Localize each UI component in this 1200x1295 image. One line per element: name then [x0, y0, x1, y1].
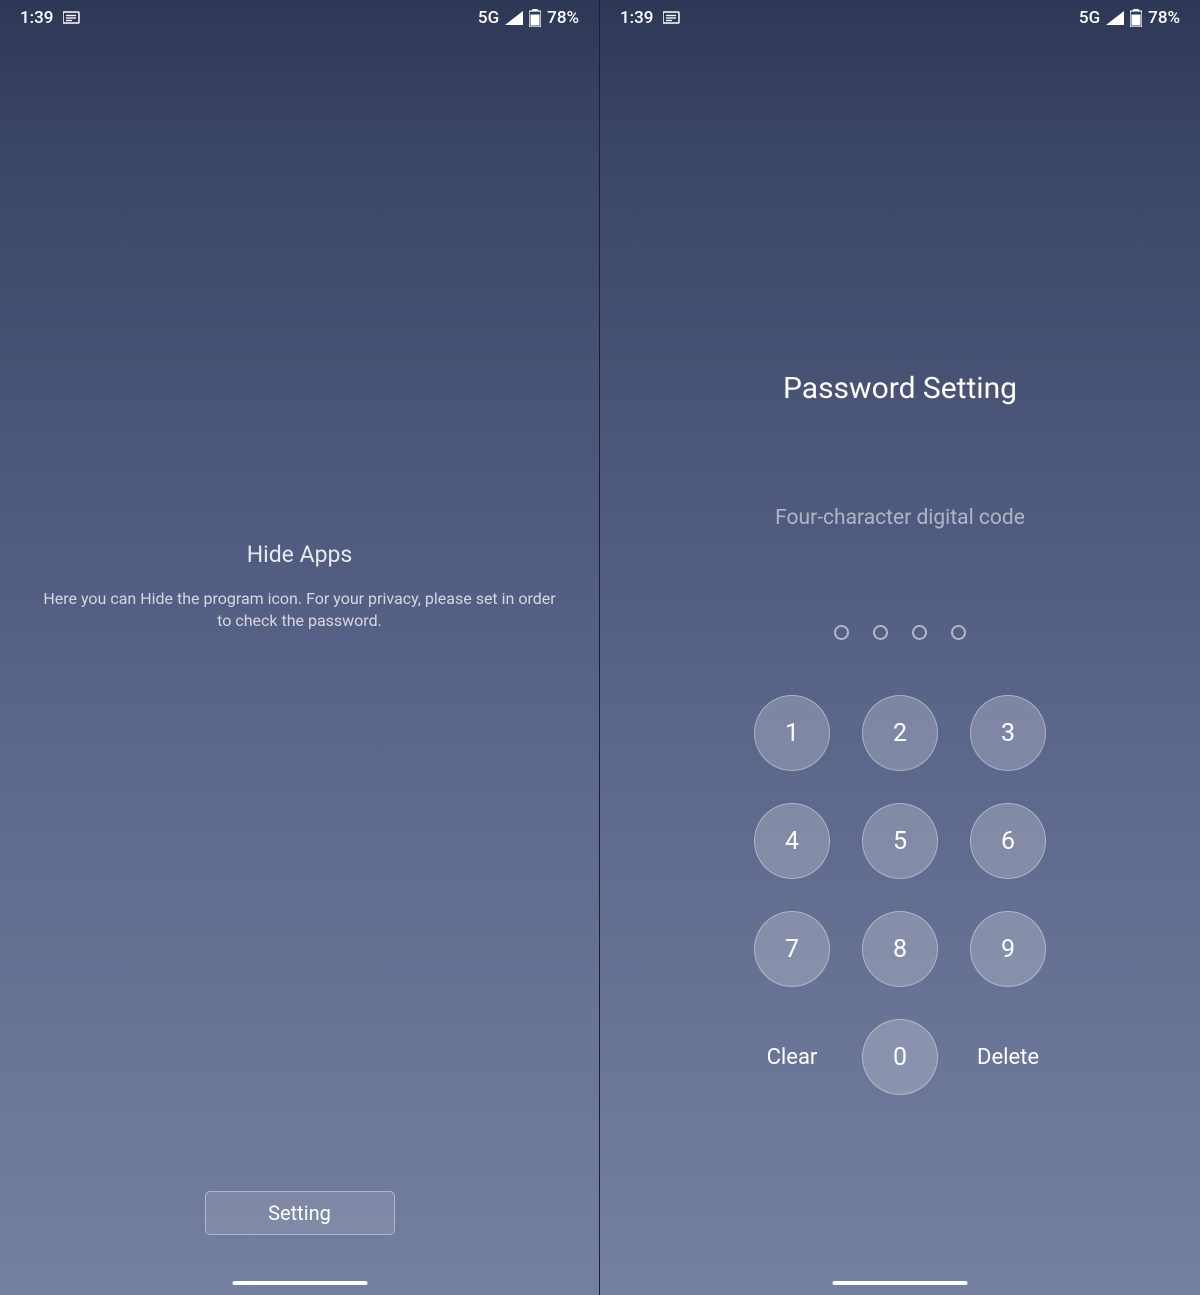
key-9[interactable]: 9	[970, 911, 1046, 987]
pin-indicator	[834, 625, 966, 640]
status-bar-left: 1:39	[620, 8, 681, 28]
pin-dot-3	[912, 625, 927, 640]
pin-dot-2	[873, 625, 888, 640]
password-setting-screen: 1:39 5G 78% Password Setting Four-charac…	[600, 0, 1200, 1295]
setting-button[interactable]: Setting	[205, 1191, 395, 1235]
key-8[interactable]: 8	[862, 911, 938, 987]
hide-apps-screen: 1:39 5G 78% Hide Apps Here you can Hide …	[0, 0, 600, 1295]
key-7[interactable]: 7	[754, 911, 830, 987]
battery-icon	[529, 9, 541, 27]
network-label: 5G	[478, 8, 499, 28]
home-indicator[interactable]	[232, 1281, 367, 1285]
password-setting-subtitle: Four-character digital code	[775, 506, 1025, 530]
battery-percent: 78%	[547, 8, 579, 28]
key-1[interactable]: 1	[754, 695, 830, 771]
key-delete[interactable]: Delete	[970, 1019, 1046, 1095]
key-6[interactable]: 6	[970, 803, 1046, 879]
password-setting-content: Password Setting Four-character digital …	[600, 36, 1200, 1295]
pin-dot-1	[834, 625, 849, 640]
network-label: 5G	[1079, 8, 1100, 28]
status-time: 1:39	[20, 8, 53, 28]
status-bar: 1:39 5G 78%	[0, 0, 599, 36]
keypad: 1 2 3 4 5 6 7 8 9 Clear 0 Delete	[754, 695, 1046, 1095]
home-indicator[interactable]	[833, 1281, 968, 1285]
battery-icon	[1130, 9, 1142, 27]
status-bar: 1:39 5G 78%	[600, 0, 1200, 36]
status-bar-left: 1:39	[20, 8, 81, 28]
hide-apps-description: Here you can Hide the program icon. For …	[40, 588, 559, 633]
sms-icon	[63, 11, 81, 25]
setting-button-label: Setting	[268, 1201, 331, 1225]
sms-icon	[663, 11, 681, 25]
key-clear[interactable]: Clear	[754, 1019, 830, 1095]
status-bar-right: 5G 78%	[1079, 8, 1180, 28]
status-time: 1:39	[620, 8, 653, 28]
pin-dot-4	[951, 625, 966, 640]
key-0[interactable]: 0	[862, 1019, 938, 1095]
password-setting-title: Password Setting	[783, 371, 1017, 406]
key-2[interactable]: 2	[862, 695, 938, 771]
key-5[interactable]: 5	[862, 803, 938, 879]
signal-icon	[505, 11, 523, 25]
key-4[interactable]: 4	[754, 803, 830, 879]
hide-apps-title: Hide Apps	[247, 541, 353, 568]
battery-percent: 78%	[1148, 8, 1180, 28]
signal-icon	[1106, 11, 1124, 25]
status-bar-right: 5G 78%	[478, 8, 579, 28]
key-3[interactable]: 3	[970, 695, 1046, 771]
hide-apps-content: Hide Apps Here you can Hide the program …	[0, 36, 599, 1295]
